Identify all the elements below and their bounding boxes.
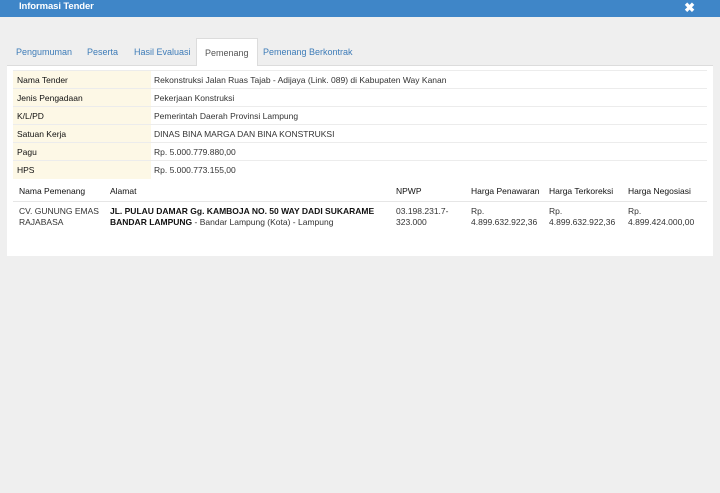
info-value: Rp. 5.000.773.155,00: [151, 160, 707, 179]
tab-peserta[interactable]: Peserta: [87, 38, 118, 66]
modal-title: Informasi Tender: [19, 1, 94, 12]
tab-pemenang[interactable]: Pemenang: [196, 38, 258, 67]
info-row: K/L/PD Pemerintah Daerah Provinsi Lampun…: [13, 106, 707, 125]
info-label: Pagu: [13, 142, 151, 161]
modal-body: Pengumuman Peserta Hasil Evaluasi Pemena…: [0, 17, 720, 493]
info-row: Nama Tender Rekonstruksi Jalan Ruas Taja…: [13, 70, 707, 89]
info-label: K/L/PD: [13, 106, 151, 125]
info-row: Pagu Rp. 5.000.779.880,00: [13, 142, 707, 161]
info-label: HPS: [13, 160, 151, 179]
column-header: Harga Negosiasi: [622, 181, 707, 202]
column-header: NPWP: [390, 181, 465, 202]
table-row: CV. GUNUNG EMAS RAJABASA JL. PULAU DAMAR…: [13, 201, 707, 229]
info-value: Rp. 5.000.779.880,00: [151, 142, 707, 161]
info-row: HPS Rp. 5.000.773.155,00: [13, 160, 707, 179]
column-header: Alamat: [104, 181, 390, 202]
info-label: Jenis Pengadaan: [13, 88, 151, 107]
info-row: Satuan Kerja DINAS BINA MARGA DAN BINA K…: [13, 124, 707, 143]
close-icon[interactable]: ✖: [684, 1, 695, 15]
column-header: Harga Terkoreksi: [543, 181, 622, 202]
winner-address-region: - Bandar Lampung (Kota) - Lampung: [192, 217, 334, 227]
harga-negosiasi: Rp. 4.899.424.000,00: [628, 205, 695, 228]
info-value: Pekerjaan Konstruksi: [151, 88, 707, 107]
column-header: Harga Penawaran: [465, 181, 543, 202]
harga-penawaran: Rp. 4.899.632.922,36: [471, 205, 538, 228]
tab-bar: Pengumuman Peserta Hasil Evaluasi Pemena…: [7, 38, 713, 67]
tab-panel-pemenang: Nama Tender Rekonstruksi Jalan Ruas Taja…: [7, 66, 713, 256]
harga-terkoreksi: Rp. 4.899.632.922,36: [549, 205, 616, 228]
modal-header: Informasi Tender ✖: [0, 0, 720, 17]
info-label: Nama Tender: [13, 70, 151, 89]
winner-npwp: 03.198.231.7-323.000: [396, 205, 449, 228]
tab-pengumuman[interactable]: Pengumuman: [16, 38, 72, 66]
info-value: DINAS BINA MARGA DAN BINA KONSTRUKSI: [151, 124, 707, 143]
winner-address: JL. PULAU DAMAR Gg. KAMBOJA NO. 50 WAY D…: [104, 201, 390, 229]
info-value: Rekonstruksi Jalan Ruas Tajab - Adijaya …: [151, 70, 707, 89]
tab-pemenang-berkontrak[interactable]: Pemenang Berkontrak: [263, 38, 353, 66]
winner-table: Nama Pemenang Alamat NPWP Harga Penawara…: [13, 181, 707, 229]
winner-name: CV. GUNUNG EMAS RAJABASA: [19, 205, 99, 228]
info-row: Jenis Pengadaan Pekerjaan Konstruksi: [13, 88, 707, 107]
info-value: Pemerintah Daerah Provinsi Lampung: [151, 106, 707, 125]
column-header: Nama Pemenang: [13, 181, 104, 202]
tender-info-table: Nama Tender Rekonstruksi Jalan Ruas Taja…: [13, 70, 707, 179]
winner-table-header: Nama Pemenang Alamat NPWP Harga Penawara…: [13, 181, 707, 202]
tab-hasil-evaluasi[interactable]: Hasil Evaluasi: [134, 38, 191, 66]
info-label: Satuan Kerja: [13, 124, 151, 143]
